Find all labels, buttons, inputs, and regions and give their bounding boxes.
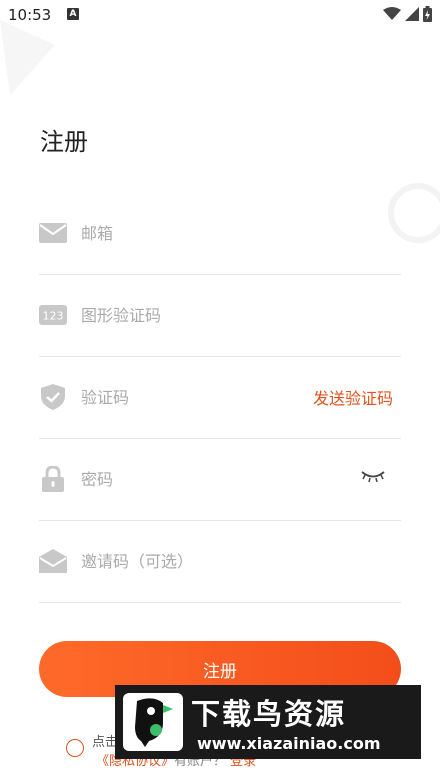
decorative-triangle (0, 20, 55, 95)
invite-code-input[interactable] (81, 541, 331, 581)
watermark-banner: 下载鸟资源 www.xiazainiao.com (115, 685, 421, 759)
svg-text:123: 123 (43, 310, 64, 323)
register-screen: 10:53 A 注册 邮箱 123 图形验证码 验证码 发送验证码 邀请码（可选… (0, 0, 440, 770)
notification-a-icon: A (67, 8, 79, 20)
eye-closed-icon[interactable] (361, 469, 385, 488)
shield-check-icon (39, 384, 67, 410)
invite-mail-icon (39, 549, 67, 573)
send-code-button[interactable]: 发送验证码 (313, 385, 393, 409)
captcha-field-row: 123 (39, 275, 401, 357)
captcha-number-icon: 123 (39, 303, 67, 327)
bird-logo-icon (123, 693, 183, 751)
lock-icon (39, 466, 67, 492)
password-field-row (39, 439, 401, 521)
mail-icon (39, 221, 67, 245)
email-input[interactable] (81, 213, 331, 253)
page-title: 注册 (40, 128, 88, 156)
watermark-brand: 下载鸟资源 (191, 697, 347, 731)
verification-code-input[interactable] (81, 377, 281, 417)
password-input[interactable] (81, 459, 311, 499)
watermark-url: www.xiazainiao.com (197, 734, 381, 753)
verification-code-row: 发送验证码 (39, 357, 401, 439)
invite-code-row (39, 521, 401, 603)
agree-radio[interactable] (66, 739, 84, 757)
email-field-row (39, 193, 401, 275)
status-icons (383, 6, 432, 22)
wifi-icon (383, 7, 401, 20)
battery-icon (423, 6, 432, 22)
captcha-input[interactable] (81, 295, 331, 335)
signal-icon (405, 7, 419, 21)
